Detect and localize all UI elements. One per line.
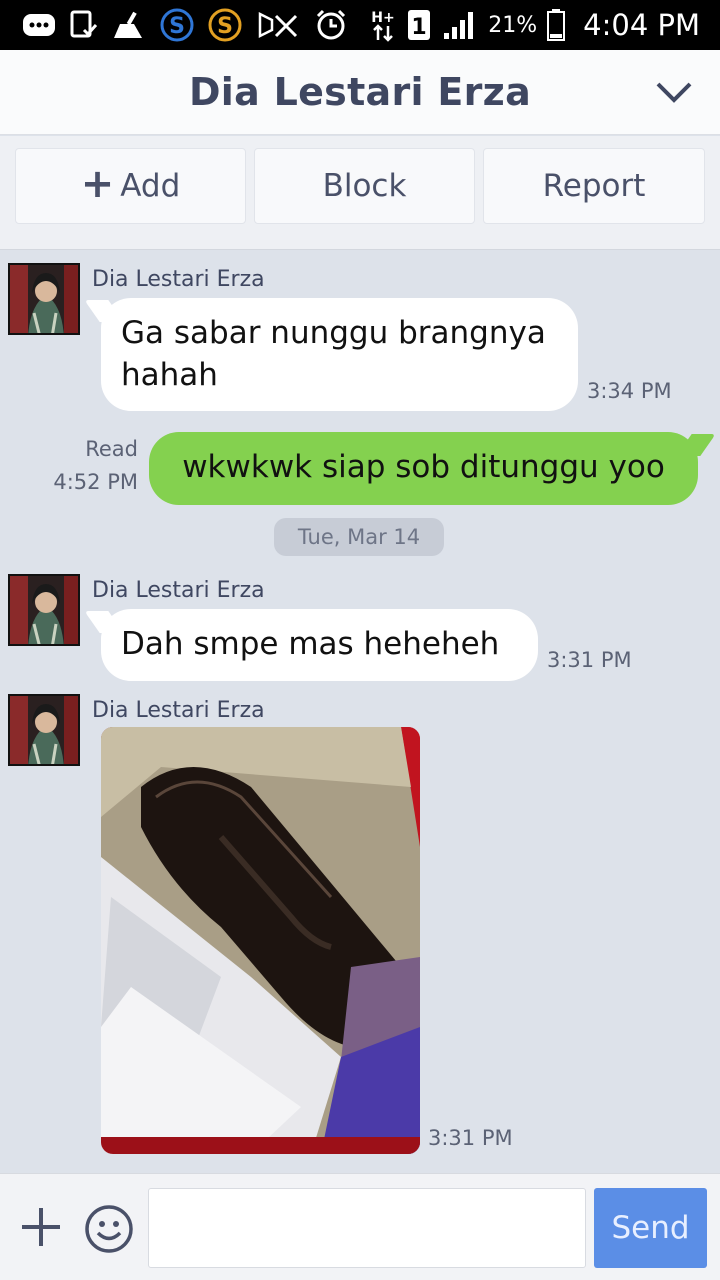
svg-text:S: S [217, 14, 233, 39]
avatar[interactable] [8, 263, 80, 335]
date-label: Tue, Mar 14 [297, 525, 421, 549]
s-blue-icon: S [160, 8, 194, 42]
action-bar: + Add Block Report [0, 136, 720, 250]
svg-text:1: 1 [412, 15, 427, 40]
chat-area[interactable]: Dia Lestari Erza Ga sabar nunggu brangny… [0, 251, 720, 1173]
network-icon: H+ [370, 9, 396, 42]
message-time: 3:31 PM [547, 648, 632, 672]
status-bar: S S H+ 1 21% 4:04 PM [0, 0, 720, 50]
alarm-icon [314, 9, 348, 41]
send-button[interactable]: Send [594, 1188, 707, 1268]
message-input-bar: Send [0, 1173, 720, 1280]
screen-icon [70, 9, 98, 41]
message-text: Dah smpe mas heheheh [121, 626, 500, 662]
message-bubble-incoming[interactable]: Ga sabar nunggu brangnya hahah [101, 298, 578, 411]
message-bubble-outgoing[interactable]: wkwkwk siap sob ditunggu yoo [149, 432, 698, 505]
message-time: 3:34 PM [587, 379, 672, 403]
photo-attachment[interactable] [101, 727, 420, 1154]
chevron-down-icon[interactable] [654, 76, 694, 108]
date-separator: Tue, Mar 14 [274, 518, 444, 556]
block-label: Block [322, 168, 407, 204]
emoji-icon[interactable] [84, 1204, 134, 1254]
chat-title: Dia Lestari Erza [188, 70, 532, 114]
report-button[interactable]: Report [483, 148, 705, 224]
s-orange-icon: S [208, 8, 242, 42]
block-button[interactable]: Block [254, 148, 475, 224]
send-label: Send [611, 1210, 690, 1246]
sender-name: Dia Lestari Erza [92, 578, 265, 603]
read-label: Read [85, 437, 138, 461]
plus-icon: + [80, 161, 115, 207]
report-label: Report [542, 168, 646, 204]
battery-icon [547, 9, 566, 41]
add-button[interactable]: + Add [15, 148, 246, 224]
messages-icon [22, 9, 56, 41]
battery-percent: 21% [488, 12, 538, 38]
message-time: 3:31 PM [428, 1126, 513, 1150]
sender-name: Dia Lestari Erza [92, 698, 265, 723]
chat-header: Dia Lestari Erza [0, 50, 720, 135]
avatar[interactable] [8, 574, 80, 646]
cleaner-icon [112, 9, 146, 41]
shoe-box-photo [101, 727, 420, 1154]
message-text: wkwkwk siap sob ditunggu yoo [182, 449, 665, 485]
add-label: Add [120, 168, 181, 204]
svg-text:H+: H+ [372, 10, 395, 26]
mute-icon [256, 9, 300, 41]
message-bubble-incoming[interactable]: Dah smpe mas heheheh [101, 609, 538, 681]
status-time: 4:04 PM [583, 8, 700, 42]
read-receipt: Read 4:52 PM [53, 433, 138, 499]
plus-icon[interactable] [18, 1204, 64, 1250]
message-input[interactable] [148, 1188, 586, 1268]
sender-name: Dia Lestari Erza [92, 267, 265, 292]
sim-icon: 1 [406, 9, 432, 41]
message-text-line: hahah [121, 357, 218, 393]
signal-icon [442, 9, 478, 41]
message-time: 4:52 PM [53, 470, 138, 494]
avatar[interactable] [8, 694, 80, 766]
message-text-line: Ga sabar nunggu brangnya [121, 315, 546, 351]
svg-text:S: S [169, 14, 185, 39]
